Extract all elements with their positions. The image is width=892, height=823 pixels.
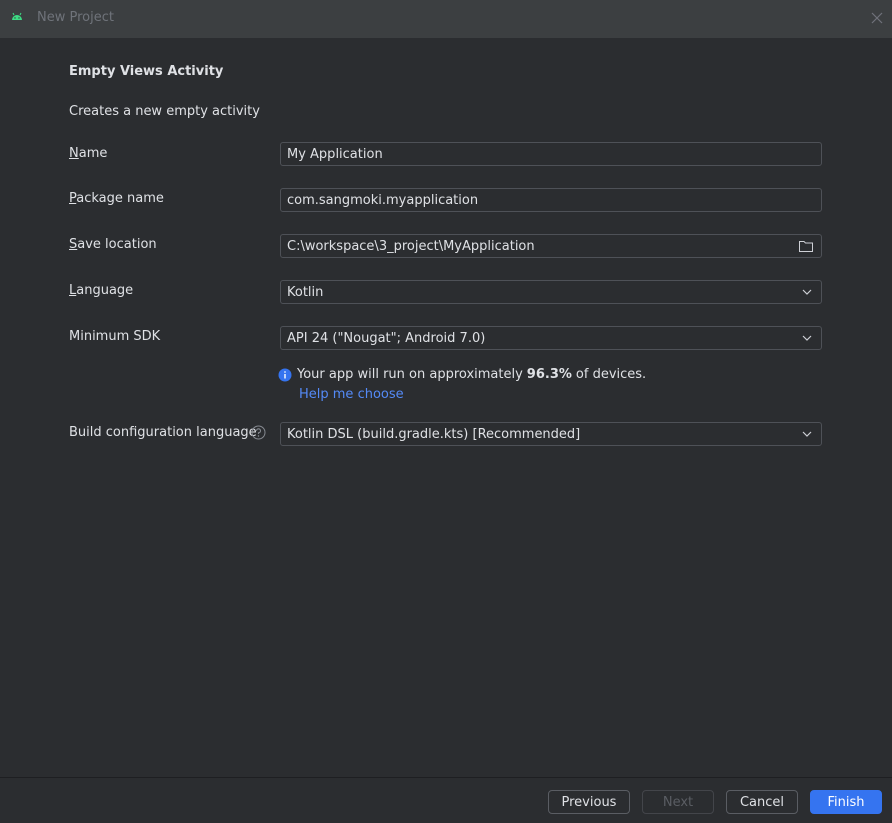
chevron-down-icon	[802, 431, 812, 437]
title-bar: New Project	[0, 0, 892, 38]
save-location-field[interactable]: C:\workspace\3_project\MyApplication	[280, 234, 822, 258]
folder-icon[interactable]	[798, 239, 814, 253]
language-dropdown[interactable]: Kotlin	[280, 280, 822, 304]
chevron-down-icon	[802, 289, 812, 295]
language-value: Kotlin	[287, 284, 324, 300]
previous-button[interactable]: Previous	[548, 790, 630, 814]
template-description: Creates a new empty activity	[69, 104, 260, 119]
question-icon[interactable]	[251, 425, 266, 440]
finish-button[interactable]: Finish	[810, 790, 882, 814]
package-name-label: Package name	[69, 191, 164, 206]
help-me-choose-link[interactable]: Help me choose	[299, 387, 404, 402]
dialog-footer: Previous Next Cancel Finish	[0, 777, 892, 823]
window-title: New Project	[37, 10, 114, 25]
chevron-down-icon	[802, 335, 812, 341]
build-config-dropdown[interactable]: Kotlin DSL (build.gradle.kts) [Recommend…	[280, 422, 822, 446]
sdk-info-percent: 96.3%	[526, 367, 572, 382]
dialog-content: Empty Views Activity Creates a new empty…	[0, 38, 892, 777]
template-heading: Empty Views Activity	[69, 64, 224, 79]
save-location-value: C:\workspace\3_project\MyApplication	[287, 238, 535, 254]
save-location-label: Save location	[69, 237, 157, 252]
name-value: My Application	[287, 146, 383, 162]
package-name-value: com.sangmoki.myapplication	[287, 192, 479, 208]
minimum-sdk-dropdown[interactable]: API 24 ("Nougat"; Android 7.0)	[280, 326, 822, 350]
next-button[interactable]: Next	[642, 790, 714, 814]
package-name-field[interactable]: com.sangmoki.myapplication	[280, 188, 822, 212]
android-icon	[12, 12, 22, 20]
sdk-info-suffix: of devices.	[575, 367, 647, 382]
build-config-label: Build configuration language	[69, 425, 257, 440]
close-icon[interactable]	[868, 9, 886, 27]
sdk-coverage-info: Your app will run on approximately 96.3%…	[278, 367, 646, 382]
build-config-value: Kotlin DSL (build.gradle.kts) [Recommend…	[287, 426, 581, 442]
name-label: Name	[69, 146, 108, 161]
language-label: Language	[69, 283, 134, 298]
sdk-info-prefix: Your app will run on approximately	[297, 367, 523, 382]
minimum-sdk-label: Minimum SDK	[69, 329, 161, 344]
name-field[interactable]: My Application	[280, 142, 822, 166]
minimum-sdk-value: API 24 ("Nougat"; Android 7.0)	[287, 330, 486, 346]
cancel-button[interactable]: Cancel	[726, 790, 798, 814]
info-icon	[278, 368, 292, 381]
